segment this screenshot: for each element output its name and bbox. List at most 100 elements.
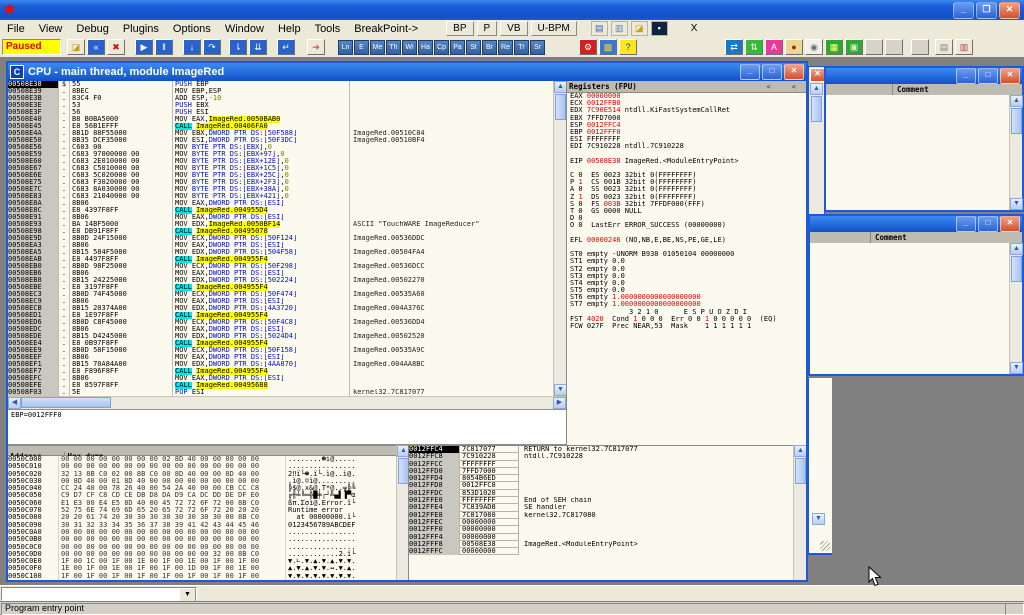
cpu-titlebar[interactable]: C CPU - main thread, module ImageRed _ □… xyxy=(8,63,806,81)
stack-row[interactable]: 0012FFF800508E38ImageRed.<ModuleEntryPoi… xyxy=(409,541,794,548)
go-to-address-icon[interactable]: ➔ xyxy=(307,39,325,55)
disasm-row[interactable]: 00508ECB.8B15 20374A00MOV EDX,DWORD PTR … xyxy=(8,305,553,312)
layout-icon[interactable]: ▥ xyxy=(955,39,973,55)
options-gear-icon[interactable]: ⚙ xyxy=(579,39,597,55)
register-line[interactable]: EIP 00508E38 ImageRed.<ModuleEntryPoint> xyxy=(567,158,806,165)
stack-row[interactable]: 0012FFD48054B6ED xyxy=(409,475,794,482)
scroll-down-icon[interactable]: ▼ xyxy=(1010,198,1023,210)
scroll-thumb[interactable] xyxy=(1011,256,1022,282)
disassembly-scrollbar[interactable]: ▲ ▼ xyxy=(553,81,566,396)
disasm-row[interactable]: 00508E3B.83C4 F0ADD ESP,-10 xyxy=(8,95,553,102)
register-line[interactable]: FCW 027F Prec NEAR,53 Mask 1 1 1 1 1 1 xyxy=(567,323,806,330)
close-button[interactable]: ✕ xyxy=(999,2,1020,19)
breakpoint-ball-icon[interactable]: ● xyxy=(785,39,803,55)
scroll-up-icon[interactable]: ▲ xyxy=(810,83,823,95)
disasm-row[interactable]: 00508E59.C683 97000000 00MOV BYTE PTR DS… xyxy=(8,151,553,158)
close-button[interactable]: ✕ xyxy=(1000,68,1020,84)
close-process-icon[interactable]: ✖ xyxy=(107,39,125,55)
disasm-row[interactable]: 00508E3E.53PUSH EBX xyxy=(8,102,553,109)
restart-icon[interactable]: « xyxy=(87,39,105,55)
disasm-row[interactable]: 00508E4A.8B1D 88F55000MOV EBX,DWORD PTR … xyxy=(8,130,553,137)
disasm-row[interactable]: 00508F03.5EPOP ESIkernel32.7C817077 xyxy=(8,389,553,396)
scroll-up-icon[interactable]: ▲ xyxy=(1010,95,1023,107)
scroll-thumb[interactable] xyxy=(1011,108,1022,134)
disasm-row[interactable]: 00508E45.E8 56B1EFFFCALL ImageRed.00406F… xyxy=(8,123,553,130)
stack-scrollbar[interactable]: ▲ xyxy=(793,445,806,580)
disasm-row[interactable]: 00508EA5.8B15 584F5000MOV EDX,DWORD PTR … xyxy=(8,249,553,256)
toolbar-button-tr[interactable]: Tr xyxy=(514,40,529,55)
disasm-row[interactable]: 00508EF1.8B15 70A84A00MOV EDX,DWORD PTR … xyxy=(8,361,553,368)
disasm-row[interactable]: 00508E93.BA 14BF5000MOV EDX,ImageRed.005… xyxy=(8,221,553,228)
plugin-button-vb[interactable]: VB xyxy=(500,21,527,36)
toolbar-button-wi[interactable]: Wi xyxy=(402,40,417,55)
disasm-row[interactable]: 00508E75.C683 F3020000 00MOV BYTE PTR DS… xyxy=(8,179,553,186)
menu-item-window[interactable]: Window xyxy=(218,22,271,36)
scroll-down-icon[interactable]: ▼ xyxy=(812,513,825,525)
screen-icon[interactable]: ▣ xyxy=(845,39,863,55)
strip-close-button[interactable]: ✕ xyxy=(810,68,825,82)
animate-into-icon[interactable]: ⇂ xyxy=(229,39,247,55)
step-into-icon[interactable]: ↓ xyxy=(183,39,201,55)
menu-item-view[interactable]: View xyxy=(32,22,70,36)
disasm-row[interactable]: 00508E60.C683 2E010000 00MOV BYTE PTR DS… xyxy=(8,158,553,165)
menu-item-options[interactable]: Options xyxy=(166,22,218,36)
disasm-row[interactable]: 00508EB0.8B0D 98F25000MOV ECX,DWORD PTR … xyxy=(8,263,553,270)
stack-row[interactable]: 0012FFDC853D1020 xyxy=(409,490,794,497)
maximize-button[interactable]: □ xyxy=(978,216,998,232)
font-size-icon[interactable]: ⇅ xyxy=(745,39,763,55)
register-line[interactable]: EFL 00000246 (NO,NB,E,BE,NS,PE,GE,LE) xyxy=(567,237,806,244)
disasm-row[interactable]: 00508EF7.E8 F896F8FFCALL ImageRed.004955… xyxy=(8,368,553,375)
cpu-close-button[interactable]: ✕ xyxy=(784,64,804,80)
swap-windows-icon[interactable]: ⇄ xyxy=(725,39,743,55)
disasm-row[interactable]: 00508E3F.56PUSH ESI xyxy=(8,109,553,116)
stack-row[interactable]: 0012FFCCFFFFFFFF xyxy=(409,461,794,468)
disasm-row[interactable]: 00508EFE.E8 8597F8FFCALL ImageRed.004956… xyxy=(8,382,553,389)
scroll-thumb[interactable] xyxy=(811,96,822,122)
toolbar-button-cp[interactable]: Cp xyxy=(434,40,449,55)
chevron-down-icon[interactable]: ▼ xyxy=(179,588,196,602)
disasm-row[interactable]: 00508E40.B8 B0BA5000MOV EAX,ImageRed.005… xyxy=(8,116,553,123)
scroll-up-icon[interactable]: ▲ xyxy=(1010,243,1023,255)
book-icon[interactable]: ▥ xyxy=(611,21,628,36)
side-window-middle-body[interactable] xyxy=(810,243,1009,374)
maximize-button[interactable]: □ xyxy=(978,68,998,84)
open-folder-icon[interactable]: ◪ xyxy=(67,39,85,55)
main-titlebar[interactable]: ✱ _ ❐ ✕ xyxy=(0,0,1024,20)
execute-till-return-icon[interactable]: ↵ xyxy=(277,39,295,55)
disasm-row[interactable]: 00508EAB.E8 4497F8FFCALL ImageRed.004955… xyxy=(8,256,553,263)
stack-row[interactable]: 0012FFD07FFD7000 xyxy=(409,468,794,475)
disasm-row[interactable]: 00508EDC.8B06MOV EAX,DWORD PTR DS:[ESI] xyxy=(8,326,553,333)
cpu-maximize-button[interactable]: □ xyxy=(762,64,782,80)
blank-button-3[interactable] xyxy=(911,39,929,55)
toolbar-button-e[interactable]: E xyxy=(354,40,369,55)
stack-row[interactable]: 0012FFE47C839AD8SE handler xyxy=(409,504,794,511)
minimize-button[interactable]: _ xyxy=(956,68,976,84)
toolbar-button-sr[interactable]: Sr xyxy=(530,40,545,55)
notepad-icon[interactable]: ▤ xyxy=(591,21,608,36)
open-file-icon[interactable]: ◪ xyxy=(631,21,648,36)
menu-item-tools[interactable]: Tools xyxy=(308,22,348,36)
scroll-left-icon[interactable]: ◀ xyxy=(8,397,21,409)
toolbar-button-br[interactable]: Br xyxy=(482,40,497,55)
disasm-row[interactable]: 00508EB8.8B15 24225000MOV EDX,DWORD PTR … xyxy=(8,277,553,284)
disasm-row[interactable]: 00508E98.E8 DB91F8FFCALL ImageRed.004950… xyxy=(8,228,553,235)
disassembly-hscrollbar[interactable]: ◀ ▶ xyxy=(8,396,566,409)
cpu-minimize-button[interactable]: _ xyxy=(740,64,760,80)
toolbar-button-pa[interactable]: Pa xyxy=(450,40,465,55)
disasm-row[interactable]: 00508E9D.8B0D 24F15000MOV ECX,DWORD PTR … xyxy=(8,235,553,242)
menu-item-debug[interactable]: Debug xyxy=(69,22,115,36)
dump-pane[interactable]: 0050C00000 00 00 00 00 00 00 00 02 8D 40… xyxy=(8,456,396,580)
plugin-button-ubpm[interactable]: U-BPM xyxy=(531,21,577,36)
disasm-row[interactable]: 00508E38$55PUSH EBP xyxy=(8,81,553,88)
side-window-top-scrollbar[interactable]: ▲ ▼ xyxy=(1009,95,1022,210)
trace-icon[interactable]: ◉ xyxy=(805,39,823,55)
scroll-thumb[interactable] xyxy=(555,94,566,120)
disasm-row[interactable]: 00508E50.8B35 DCF35000MOV ESI,DWORD PTR … xyxy=(8,137,553,144)
disasm-row[interactable]: 00508EE9.8B0D 58F15000MOV ECX,DWORD PTR … xyxy=(8,347,553,354)
stack-pane[interactable]: 0012FFC47C817077RETURN to kernel32.7C817… xyxy=(408,445,794,580)
registers-collapse-buttons[interactable]: < < xyxy=(766,83,806,91)
toolbar-button-ln[interactable]: Ln xyxy=(338,40,353,55)
stack-row[interactable]: 0012FFFC00000000 xyxy=(409,548,794,555)
disasm-row[interactable]: 00508EEF.8B06MOV EAX,DWORD PTR DS:[ESI] xyxy=(8,354,553,361)
plugin-button-bp[interactable]: BP xyxy=(446,21,473,36)
